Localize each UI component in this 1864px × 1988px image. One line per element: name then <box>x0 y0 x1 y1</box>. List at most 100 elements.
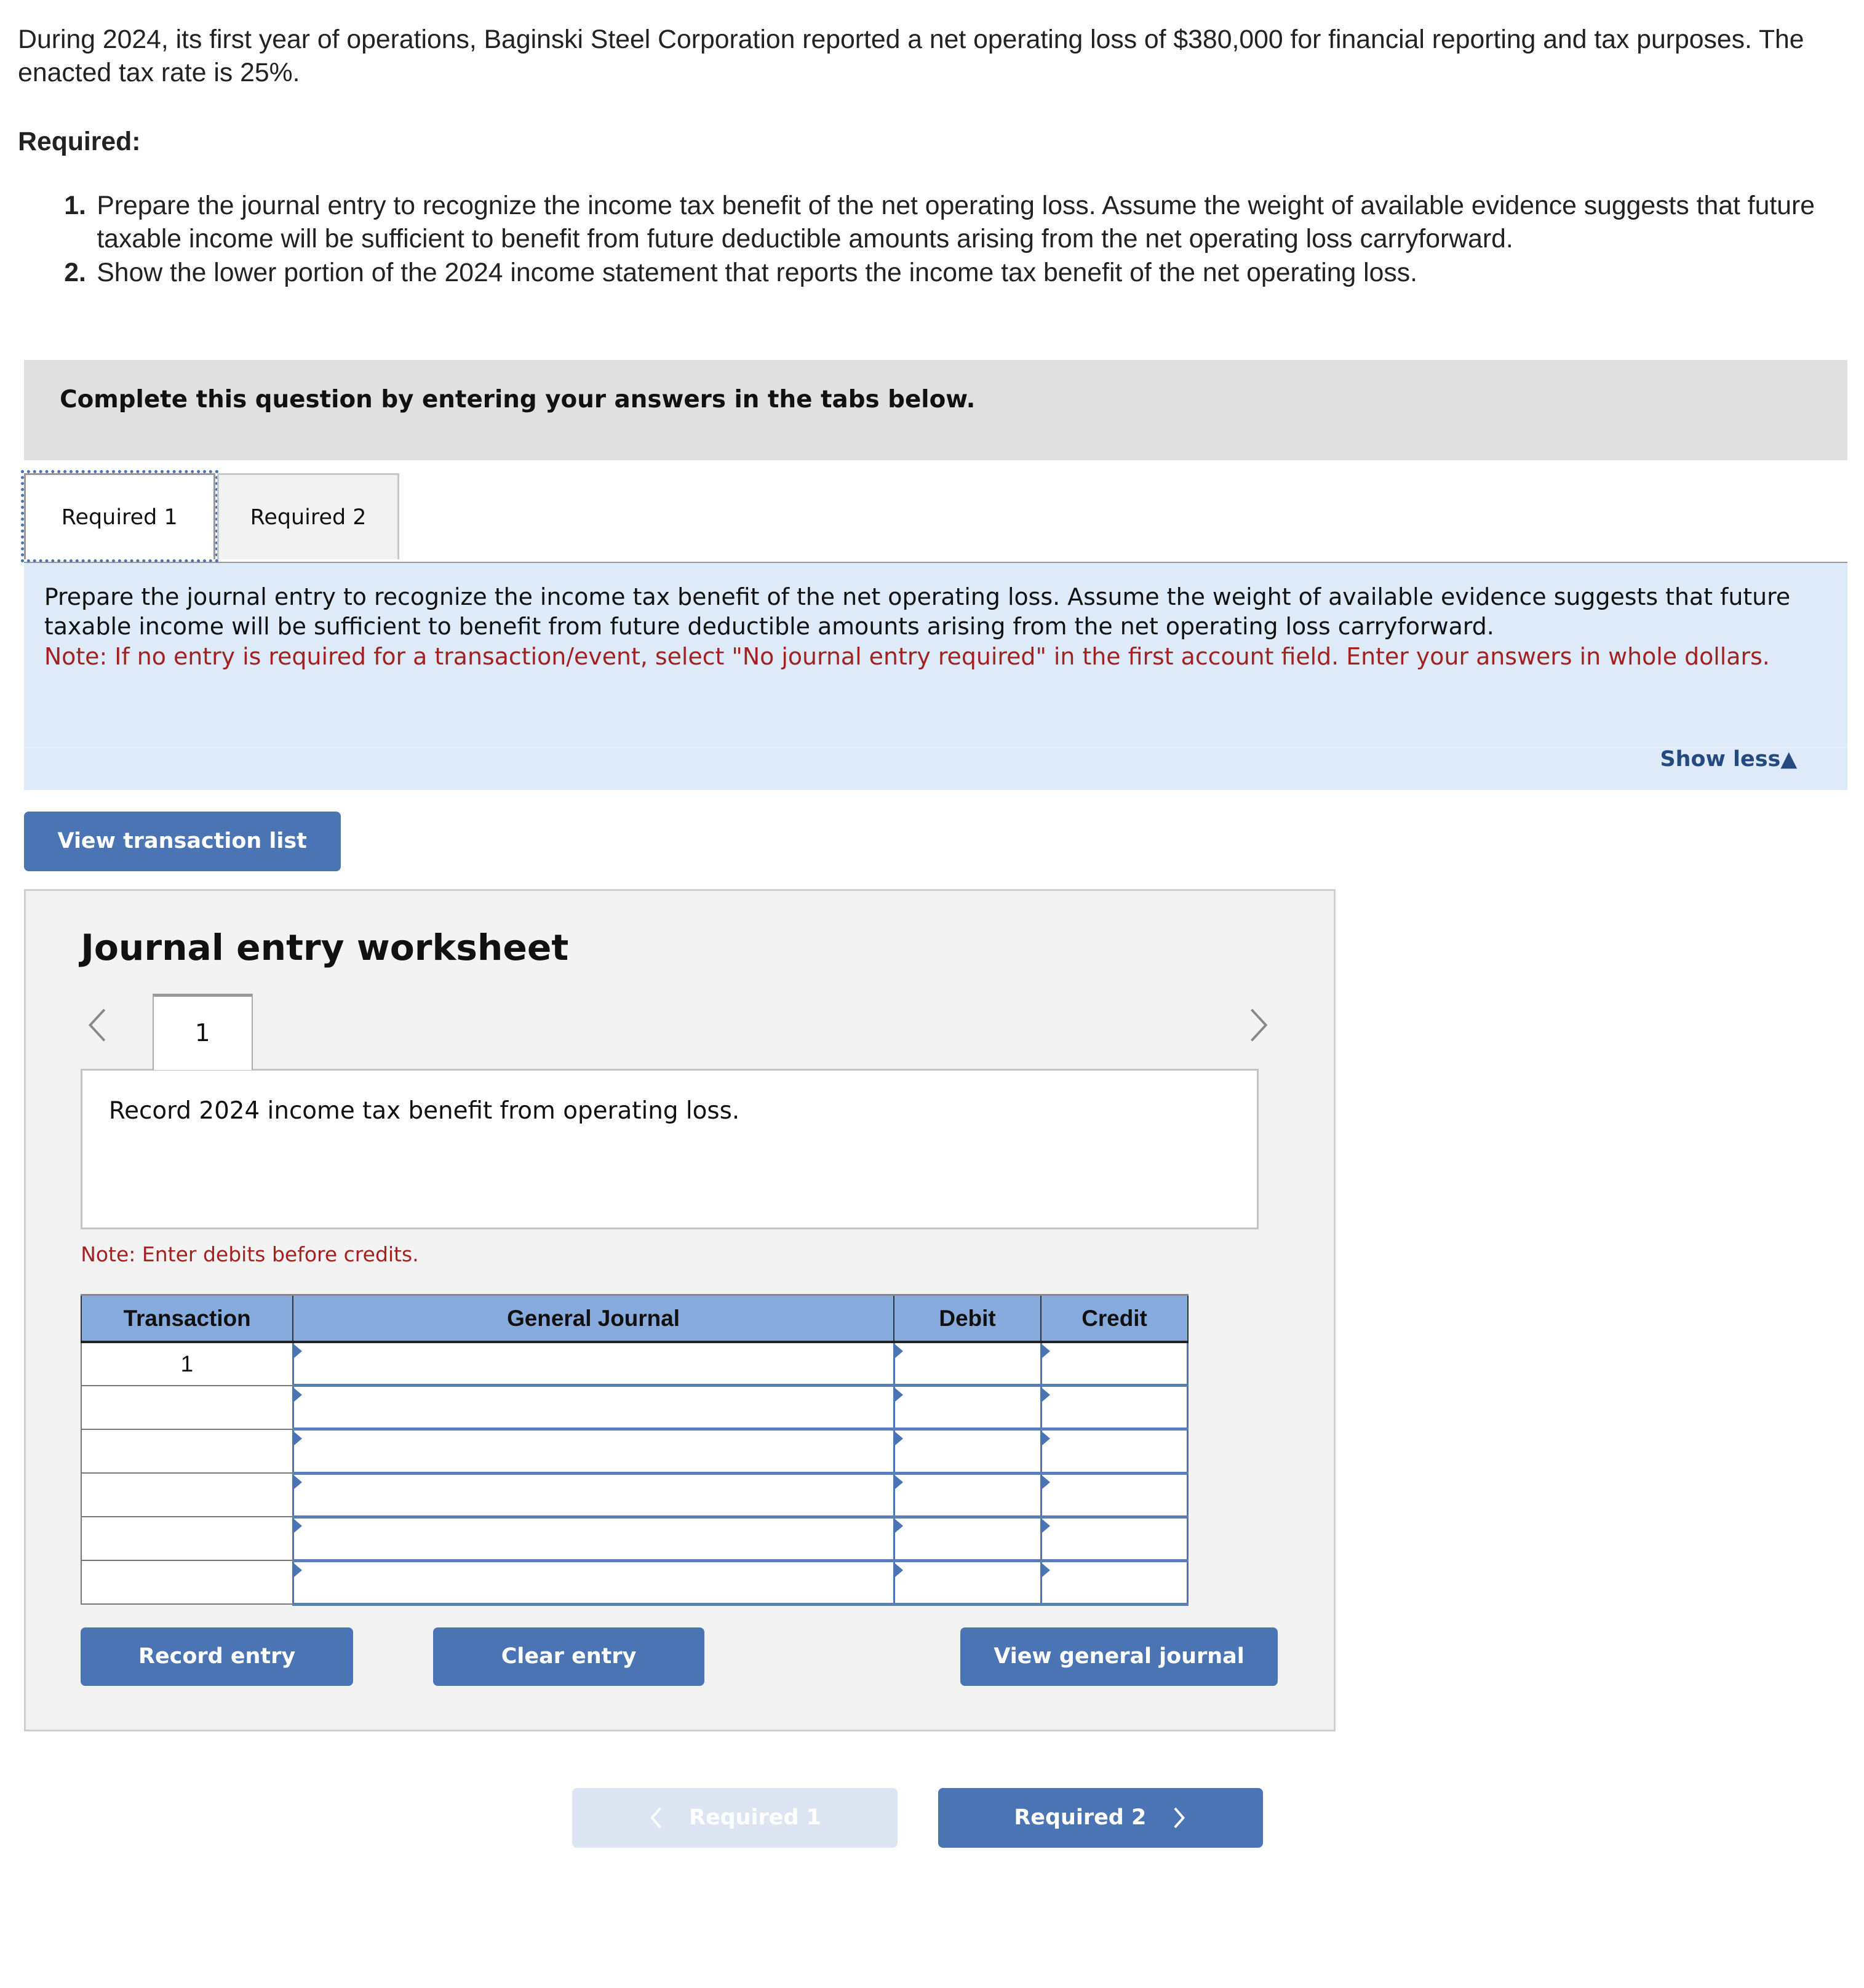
next-required-label: Required 2 <box>1014 1805 1147 1830</box>
transaction-cell <box>81 1472 294 1518</box>
account-input[interactable] <box>293 1343 893 1384</box>
table-row <box>81 1515 1189 1562</box>
input-marker-icon <box>293 1519 302 1533</box>
record-entry-button[interactable]: Record entry <box>81 1627 354 1686</box>
debit-input-cell <box>893 1341 1042 1387</box>
general-journal-table: Transaction General Journal Debit Credit… <box>81 1293 1189 1606</box>
view-general-journal-button[interactable]: View general journal <box>960 1627 1278 1686</box>
next-required-button[interactable]: Required 2 <box>938 1787 1263 1848</box>
column-header-transaction: Transaction <box>81 1293 294 1344</box>
account-input-cell <box>292 1472 895 1519</box>
debits-credits-note: Note: Enter debits before credits. <box>81 1242 419 1267</box>
transaction-cell <box>81 1560 294 1605</box>
account-input[interactable] <box>293 1518 893 1559</box>
chevron-left-icon[interactable] <box>81 1005 116 1045</box>
input-marker-icon <box>1042 1519 1050 1533</box>
instructions-text: Prepare the journal entry to recognize t… <box>44 583 1791 641</box>
credit-input-cell <box>1040 1341 1189 1387</box>
debit-input[interactable] <box>894 1474 1040 1515</box>
input-marker-icon <box>1042 1563 1050 1577</box>
requirements-list: 1. Prepare the journal entry to recogniz… <box>48 189 1864 289</box>
table-body: 1 <box>81 1341 1189 1606</box>
requirement-text: Prepare the journal entry to recognize t… <box>97 190 1815 254</box>
account-input[interactable] <box>293 1387 893 1428</box>
credit-input[interactable] <box>1042 1387 1187 1428</box>
input-marker-icon <box>894 1475 903 1490</box>
tab-required-1[interactable]: Required 1 <box>20 470 218 562</box>
requirement-number: 1. <box>64 190 86 220</box>
debit-input[interactable] <box>894 1431 1040 1472</box>
input-marker-icon <box>1042 1475 1050 1490</box>
input-marker-icon <box>894 1519 903 1533</box>
column-header-general-journal: General Journal <box>292 1293 895 1344</box>
credit-input-cell <box>1040 1384 1189 1431</box>
input-marker-icon <box>894 1344 903 1359</box>
input-marker-icon <box>1042 1344 1050 1359</box>
account-input[interactable] <box>293 1431 893 1472</box>
table-row <box>81 1384 1189 1431</box>
table-row <box>81 1472 1189 1519</box>
transaction-cell <box>81 1516 294 1562</box>
show-less-label: Show less <box>1660 746 1781 772</box>
tab-required-2[interactable]: Required 2 <box>217 473 399 559</box>
account-input-cell <box>292 1428 895 1475</box>
column-header-credit: Credit <box>1040 1293 1189 1344</box>
input-marker-icon <box>1042 1432 1050 1446</box>
credit-input[interactable] <box>1042 1343 1187 1384</box>
requirement-number: 2. <box>64 257 86 287</box>
debit-input[interactable] <box>894 1518 1040 1559</box>
column-header-debit: Debit <box>893 1293 1042 1344</box>
account-input-cell <box>292 1341 895 1387</box>
debit-input-cell <box>893 1559 1042 1606</box>
input-marker-icon <box>894 1432 903 1446</box>
input-marker-icon <box>293 1388 302 1402</box>
instructions-panel: Prepare the journal entry to recognize t… <box>23 562 1847 790</box>
clear-entry-button[interactable]: Clear entry <box>433 1627 705 1686</box>
credit-input[interactable] <box>1042 1562 1187 1603</box>
account-input[interactable] <box>293 1474 893 1515</box>
credit-input-cell <box>1040 1559 1189 1606</box>
transaction-cell <box>81 1384 294 1430</box>
worksheet-title: Journal entry worksheet <box>81 927 569 969</box>
credit-input-cell <box>1040 1515 1189 1562</box>
instructions-note: Note: If no entry is required for a tran… <box>44 643 1770 670</box>
show-less-link[interactable]: Show less▲ <box>1660 747 1798 772</box>
transaction-description-text: Record 2024 income tax benefit from oper… <box>108 1097 740 1125</box>
divider <box>23 746 1847 748</box>
debit-input[interactable] <box>894 1562 1040 1603</box>
transaction-cell <box>81 1428 294 1474</box>
input-marker-icon <box>293 1563 302 1577</box>
credit-input[interactable] <box>1042 1474 1187 1515</box>
problem-intro: During 2024, its first year of operation… <box>18 24 1804 88</box>
credit-input-cell <box>1040 1428 1189 1475</box>
account-input[interactable] <box>293 1562 893 1603</box>
input-marker-icon <box>1042 1388 1050 1402</box>
table-header-row: Transaction General Journal Debit Credit <box>81 1293 1189 1344</box>
credit-input[interactable] <box>1042 1431 1187 1472</box>
required-heading: Required: <box>18 126 141 156</box>
account-input-cell <box>292 1384 895 1431</box>
input-marker-icon <box>894 1388 903 1402</box>
table-row <box>81 1559 1189 1606</box>
view-transaction-list-button[interactable]: View transaction list <box>23 811 341 871</box>
journal-entry-worksheet: Journal entry worksheet 1 Record 2024 in… <box>23 889 1336 1732</box>
triangle-up-icon: ▲ <box>1780 746 1798 772</box>
table-row <box>81 1428 1189 1475</box>
input-marker-icon <box>293 1475 302 1490</box>
tab-bar: Required 1 Required 2 <box>20 470 1847 564</box>
account-input-cell <box>292 1559 895 1606</box>
debit-input[interactable] <box>894 1343 1040 1384</box>
previous-required-button: Required 1 <box>572 1787 898 1848</box>
requirement-text: Show the lower portion of the 2024 incom… <box>97 257 1418 287</box>
worksheet-tab-1[interactable]: 1 <box>152 994 253 1071</box>
chevron-right-icon <box>1174 1807 1185 1829</box>
credit-input-cell <box>1040 1472 1189 1519</box>
transaction-description: Record 2024 income tax benefit from oper… <box>81 1069 1259 1229</box>
credit-input[interactable] <box>1042 1518 1187 1559</box>
table-row: 1 <box>81 1341 1189 1387</box>
requirement-item: 2. Show the lower portion of the 2024 in… <box>48 256 1864 289</box>
chevron-right-icon[interactable] <box>1240 1005 1275 1045</box>
previous-required-label: Required 1 <box>689 1805 821 1830</box>
requirement-item: 1. Prepare the journal entry to recogniz… <box>48 189 1864 256</box>
debit-input[interactable] <box>894 1387 1040 1428</box>
